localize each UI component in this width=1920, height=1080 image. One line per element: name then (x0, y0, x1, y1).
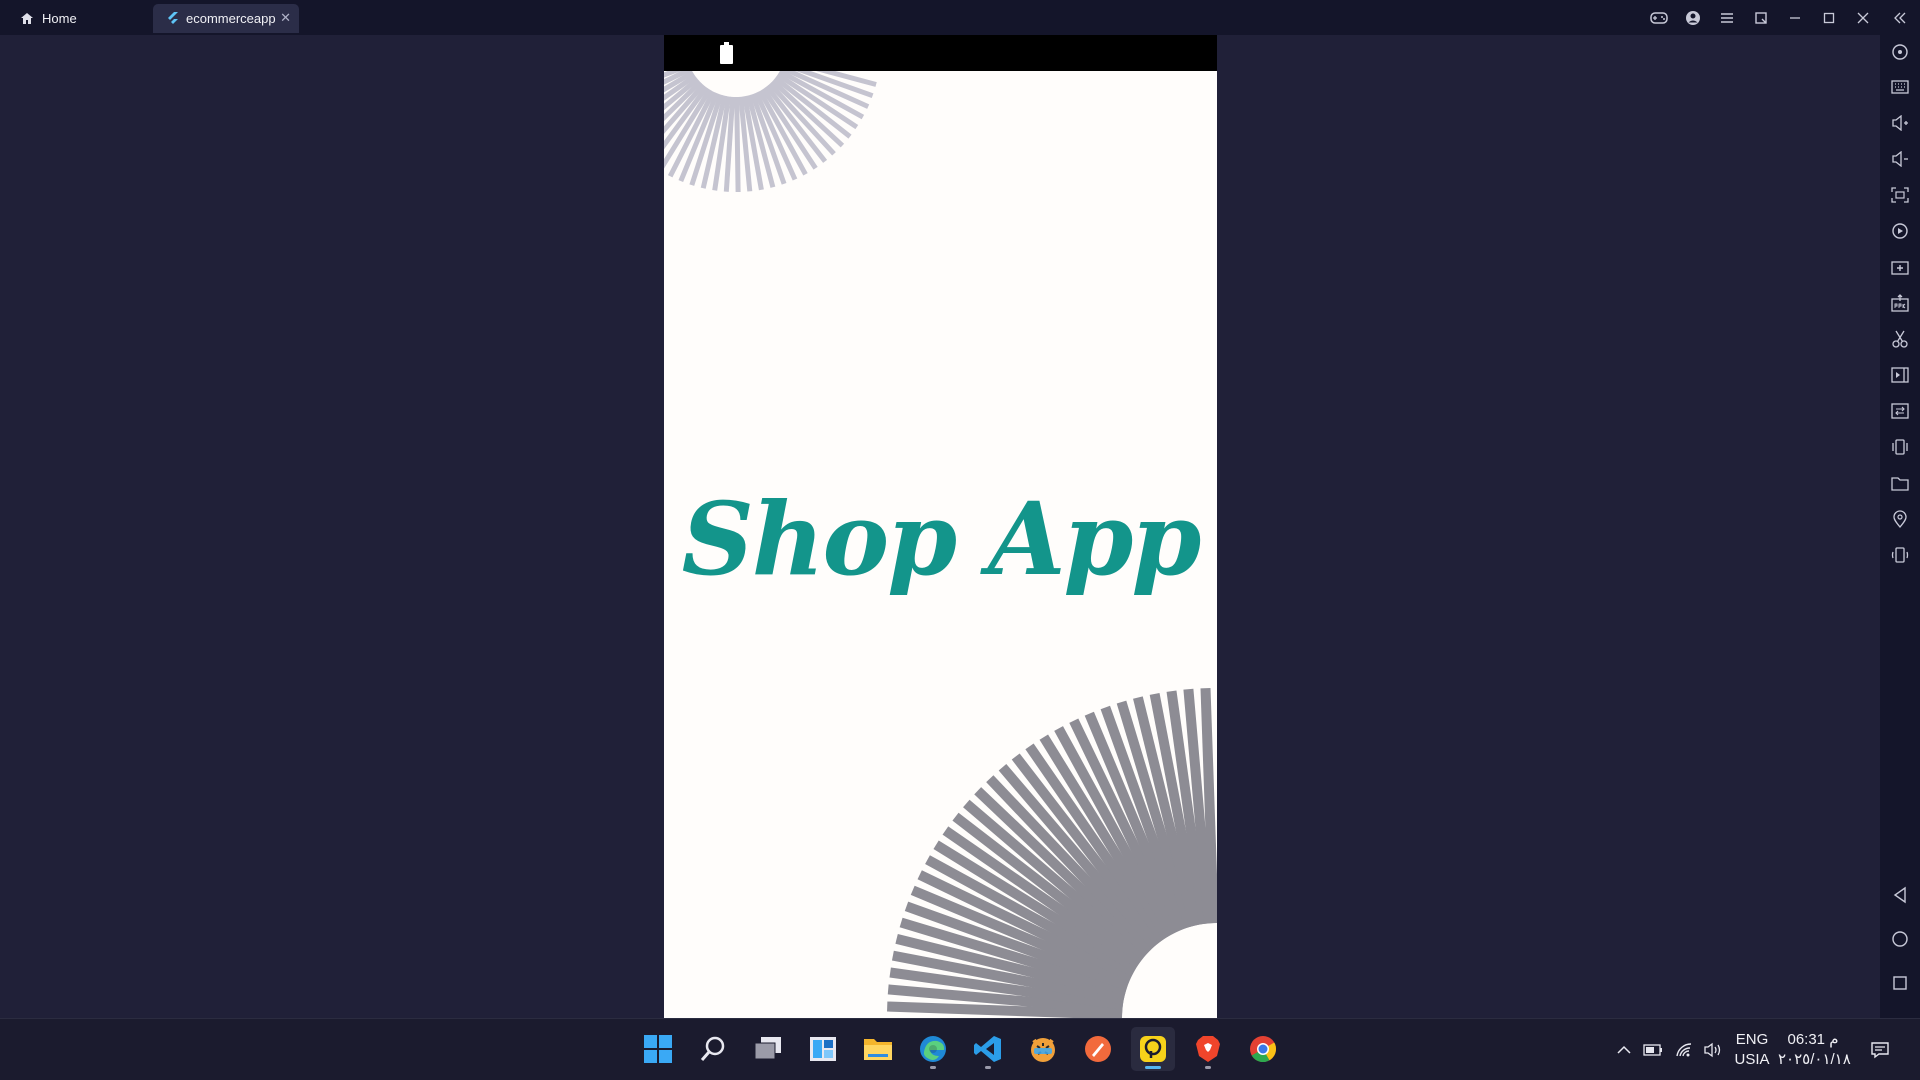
vscode-icon[interactable] (966, 1027, 1010, 1071)
brave-running-indicator (1205, 1066, 1211, 1069)
location-pin-icon[interactable] (1890, 509, 1910, 529)
keyboard-layout: USIA (1734, 1051, 1770, 1068)
search-icon[interactable] (691, 1027, 735, 1071)
tray-overflow-icon[interactable] (1612, 1019, 1636, 1080)
vscode-running-indicator (985, 1066, 991, 1069)
video-icon[interactable] (1890, 365, 1910, 385)
menu-icon[interactable] (1710, 0, 1744, 35)
clock[interactable]: 06:31 م ٢٠٢٥/٠١/١٨ (1778, 1030, 1851, 1070)
minimize-icon[interactable] (1778, 0, 1812, 35)
tab-ecommerceapp[interactable]: ecommerceapp ✕ (153, 4, 299, 33)
emulator-window: Home ecommerceapp ✕ Shop App ENG USIA 06… (0, 0, 1920, 1080)
volume-up-icon[interactable] (1890, 113, 1910, 133)
tiger-app-icon[interactable] (1021, 1027, 1065, 1071)
recents-icon[interactable] (1890, 973, 1910, 993)
home-circle-icon[interactable] (1890, 929, 1910, 949)
tab-ecommerceapp-label: ecommerceapp (186, 11, 276, 26)
window-controls (1642, 0, 1920, 35)
back-icon[interactable] (1890, 885, 1910, 905)
home-icon (21, 12, 33, 24)
sunburst-ray (734, 96, 741, 193)
edge-icon[interactable] (911, 1027, 955, 1071)
brave-icon[interactable] (1186, 1027, 1230, 1071)
folder-icon[interactable] (1890, 473, 1910, 493)
task-view-icon[interactable] (746, 1027, 790, 1071)
clock-date: ٢٠٢٥/٠١/١٨ (1778, 1051, 1851, 1068)
record-icon[interactable] (1890, 221, 1910, 241)
phone-status-bar (664, 35, 1217, 71)
list-icon[interactable] (1890, 401, 1910, 421)
shake-icon[interactable] (1890, 437, 1910, 457)
phone-screen[interactable]: Shop App (664, 35, 1217, 1018)
account-icon[interactable] (1676, 0, 1710, 35)
screenshot-icon[interactable] (1890, 185, 1910, 205)
close-icon[interactable] (1846, 0, 1880, 35)
flutter-icon (168, 11, 178, 24)
title-bar: Home ecommerceapp ✕ (0, 0, 1920, 35)
chrome-icon[interactable] (1241, 1027, 1285, 1071)
emulator-sidebar (1880, 35, 1920, 1018)
battery-icon (720, 42, 733, 64)
windows-start-icon[interactable] (636, 1027, 680, 1071)
input-language[interactable]: ENG USIA (1729, 1030, 1775, 1070)
collapse-icon[interactable] (1880, 0, 1920, 35)
windows-taskbar: ENG USIA 06:31 م ٢٠٢٥/٠١/١٨ (0, 1018, 1920, 1080)
wifi-icon[interactable] (1673, 1019, 1697, 1080)
clock-time: 06:31 م (1787, 1031, 1839, 1048)
widgets-icon[interactable] (801, 1027, 845, 1071)
volume-down-icon[interactable] (1890, 149, 1910, 169)
keyboard-icon[interactable] (1890, 77, 1910, 97)
battery-tray-icon[interactable] (1641, 1019, 1665, 1080)
close-tab-icon[interactable]: ✕ (280, 10, 291, 26)
maximize-icon[interactable] (1812, 0, 1846, 35)
edge-running-indicator (930, 1066, 936, 1069)
file-explorer-icon[interactable] (856, 1027, 900, 1071)
restore-icon[interactable] (1744, 0, 1778, 35)
speaker-icon[interactable] (1701, 1019, 1725, 1080)
compass-app-icon[interactable] (1076, 1027, 1120, 1071)
cut-icon[interactable] (1890, 329, 1910, 349)
notifications-icon[interactable] (1866, 1019, 1894, 1080)
location-target-icon[interactable] (1890, 42, 1910, 62)
apk-icon[interactable] (1890, 293, 1910, 313)
app-title: Shop App (681, 480, 1202, 598)
tab-home[interactable]: Home (10, 5, 150, 31)
rotate-icon[interactable] (1890, 545, 1910, 565)
emulator-active-indicator (1145, 1066, 1161, 1069)
gamepad-icon[interactable] (1642, 0, 1676, 35)
import-icon[interactable] (1890, 257, 1910, 277)
language-code: ENG (1735, 1031, 1769, 1048)
tab-home-label: Home (42, 10, 77, 26)
emulator-app-icon[interactable] (1131, 1027, 1175, 1071)
